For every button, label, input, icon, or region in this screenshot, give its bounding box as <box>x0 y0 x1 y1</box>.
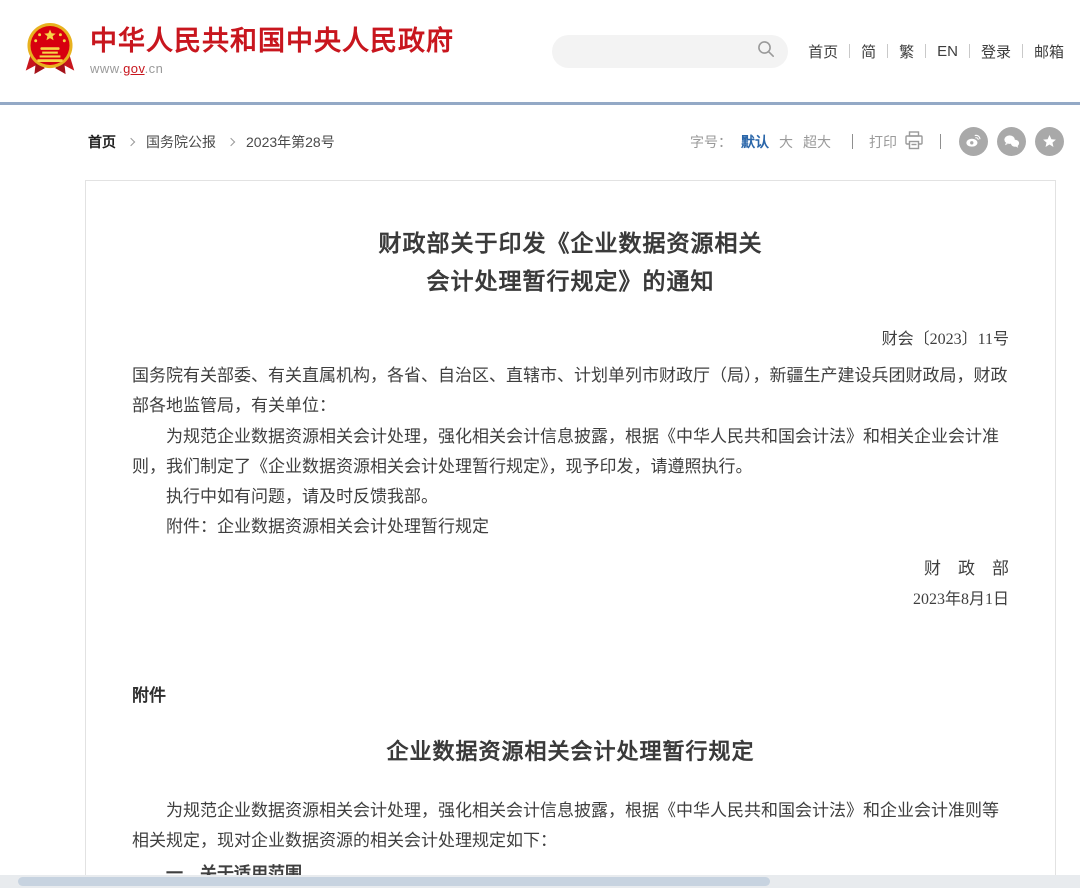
font-size-xlarge[interactable]: 超大 <box>803 132 831 152</box>
scrollbar-thumb[interactable] <box>18 877 770 886</box>
signature-block: 财 政 部 2023年8月1日 <box>132 553 1009 616</box>
breadcrumb-current: 2023年第28号 <box>246 132 335 152</box>
issuer: 财 政 部 <box>132 553 1009 585</box>
wechat-icon[interactable] <box>997 127 1026 156</box>
horizontal-scrollbar[interactable] <box>0 875 1080 888</box>
search-box[interactable] <box>552 35 788 68</box>
nav-simplified[interactable]: 简 <box>861 41 876 62</box>
attachment-title: 企业数据资源相关会计处理暂行规定 <box>132 734 1009 766</box>
chevron-right-icon <box>127 137 135 145</box>
nav-english[interactable]: EN <box>937 43 958 60</box>
site-logo[interactable]: 中华人民共和国中央人民政府 www.gov.cn <box>24 21 552 82</box>
attachment-intro: 为规范企业数据资源相关会计处理，强化相关会计信息披露，根据《中华人民共和国会计法… <box>132 796 1009 857</box>
breadcrumb: 首页 国务院公报 2023年第28号 <box>88 132 335 152</box>
printer-icon <box>904 131 924 153</box>
chevron-right-icon <box>227 137 235 145</box>
document-number: 财会〔2023〕11号 <box>132 325 1009 349</box>
site-url[interactable]: www.gov.cn <box>90 61 454 76</box>
share-icons <box>959 127 1064 156</box>
search-input[interactable] <box>568 43 756 59</box>
breadcrumb-gazette[interactable]: 国务院公报 <box>146 132 216 152</box>
nav-traditional[interactable]: 繁 <box>899 41 914 62</box>
font-size-label: 字号： <box>690 132 732 152</box>
top-nav: 首页 简 繁 EN 登录 邮箱 <box>808 41 1064 62</box>
notice-attachment-line: 附件：企业数据资源相关会计处理暂行规定 <box>132 512 1009 542</box>
nav-home[interactable]: 首页 <box>808 41 838 62</box>
attachment-label: 附件 <box>132 681 1009 706</box>
document-panel: 财政部关于印发《企业数据资源相关 会计处理暂行规定》的通知 财会〔2023〕11… <box>85 180 1056 888</box>
issue-date: 2023年8月1日 <box>132 585 1009 615</box>
page-tools: 字号： 默认 大 超大 打印 <box>690 127 1064 156</box>
notice-body: 国务院有关部委、有关直属机构，各省、自治区、直辖市、计划单列市财政厅（局），新疆… <box>132 361 1009 543</box>
site-title[interactable]: 中华人民共和国中央人民政府 <box>90 26 454 57</box>
notice-paragraph: 执行中如有问题，请及时反馈我部。 <box>132 482 1009 512</box>
page: 中华人民共和国中央人民政府 www.gov.cn 首页 简 繁 EN 登录 邮箱 <box>0 0 1080 888</box>
notice-salutation: 国务院有关部委、有关直属机构，各省、自治区、直辖市、计划单列市财政厅（局），新疆… <box>132 361 1009 422</box>
weibo-icon[interactable] <box>959 127 988 156</box>
notice-paragraph: 为规范企业数据资源相关会计处理，强化相关会计信息披露，根据《中华人民共和国会计法… <box>132 422 1009 483</box>
star-favorite-icon[interactable] <box>1035 127 1064 156</box>
search-icon[interactable] <box>756 39 776 64</box>
font-size-large[interactable]: 大 <box>779 132 793 152</box>
site-header: 中华人民共和国中央人民政府 www.gov.cn 首页 简 繁 EN 登录 邮箱 <box>0 0 1080 102</box>
breadcrumb-home[interactable]: 首页 <box>88 132 116 152</box>
national-emblem-icon <box>24 21 76 82</box>
toolbar-row: 首页 国务院公报 2023年第28号 字号： 默认 大 超大 打印 <box>0 105 1080 174</box>
document-title: 财政部关于印发《企业数据资源相关 会计处理暂行规定》的通知 <box>132 225 1009 301</box>
nav-login[interactable]: 登录 <box>981 41 1011 62</box>
nav-mail[interactable]: 邮箱 <box>1034 41 1064 62</box>
print-button[interactable]: 打印 <box>869 131 924 153</box>
font-size-default[interactable]: 默认 <box>741 132 769 152</box>
